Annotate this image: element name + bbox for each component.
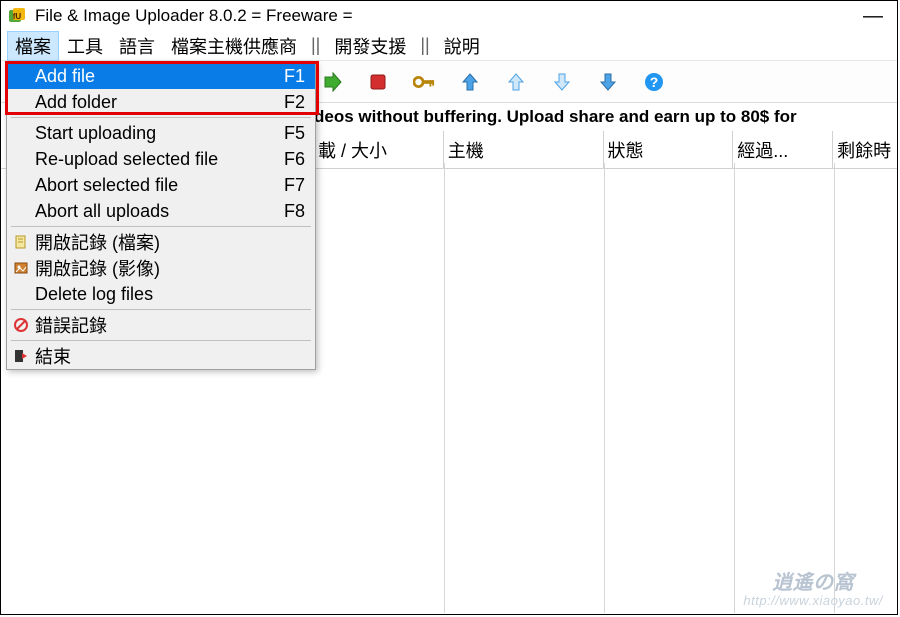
watermark-url: http://www.xiaoyao.tw/ bbox=[743, 594, 883, 608]
down-arrow-filled-icon[interactable] bbox=[597, 71, 619, 93]
up-arrow-icon[interactable] bbox=[459, 71, 481, 93]
blank-icon bbox=[11, 175, 31, 195]
svg-text:fU: fU bbox=[13, 12, 22, 21]
help-icon[interactable]: ? bbox=[643, 71, 665, 93]
promo-text: deos without buffering. Upload share and… bbox=[314, 107, 797, 127]
menu-item-abort-selected-file[interactable]: Abort selected fileF7 bbox=[7, 172, 315, 198]
menu-file[interactable]: 檔案 bbox=[7, 31, 59, 61]
blank-icon bbox=[11, 149, 31, 169]
menu-sep: || bbox=[305, 35, 326, 56]
menu-divider bbox=[11, 340, 311, 341]
col-divider bbox=[734, 163, 735, 613]
col-remaining[interactable]: 剩餘時 bbox=[833, 131, 897, 168]
menu-item-shortcut: F8 bbox=[284, 201, 305, 222]
menu-item-label: Add folder bbox=[35, 92, 284, 113]
menu-item-label: 錯誤記錄 bbox=[35, 312, 305, 338]
menu-item-shortcut: F6 bbox=[284, 149, 305, 170]
blank-icon bbox=[11, 284, 31, 304]
menu-item--[interactable]: 開啟記錄 (影像) bbox=[7, 255, 315, 281]
watermark: 逍遙の窩 http://www.xiaoyao.tw/ bbox=[743, 572, 883, 608]
menu-item--[interactable]: 結束 bbox=[7, 343, 315, 369]
menu-divider bbox=[11, 117, 311, 118]
menu-item-label: Abort all uploads bbox=[35, 201, 284, 222]
menu-item-shortcut: F1 bbox=[284, 66, 305, 87]
app-icon: fU bbox=[7, 6, 27, 26]
menu-item-shortcut: F5 bbox=[284, 123, 305, 144]
error-log-icon bbox=[11, 315, 31, 335]
menu-help[interactable]: 說明 bbox=[436, 31, 488, 61]
down-arrow-icon[interactable] bbox=[551, 71, 573, 93]
menu-language[interactable]: 語言 bbox=[111, 31, 163, 61]
menu-item-start-uploading[interactable]: Start uploadingF5 bbox=[7, 120, 315, 146]
menubar: 檔案 工具 語言 檔案主機供應商 || 開發支援 || 說明 bbox=[1, 31, 897, 61]
svg-text:?: ? bbox=[650, 74, 659, 90]
menu-item-label: Abort selected file bbox=[35, 175, 284, 196]
watermark-title: 逍遙の窩 bbox=[743, 572, 883, 594]
log-image-icon bbox=[11, 258, 31, 278]
menu-item-abort-all-uploads[interactable]: Abort all uploadsF8 bbox=[7, 198, 315, 224]
col-host[interactable]: 主機 bbox=[444, 131, 604, 168]
menu-item-shortcut: F2 bbox=[284, 92, 305, 113]
menu-support[interactable]: 開發支援 bbox=[326, 31, 414, 61]
app-window: fU File & Image Uploader 8.0.2 = Freewar… bbox=[0, 0, 898, 615]
blank-icon bbox=[11, 201, 31, 221]
menu-item-label: 開啟記錄 (檔案) bbox=[35, 229, 305, 255]
menu-divider bbox=[11, 309, 311, 310]
col-elapsed[interactable]: 經過... bbox=[733, 131, 833, 168]
menu-divider bbox=[11, 226, 311, 227]
blank-icon bbox=[11, 92, 31, 112]
blank-icon bbox=[11, 123, 31, 143]
col-divider bbox=[444, 163, 445, 613]
exit-icon bbox=[11, 346, 31, 366]
menu-item-label: Delete log files bbox=[35, 284, 305, 305]
table-body bbox=[314, 201, 896, 613]
arrow-right-icon[interactable] bbox=[321, 71, 343, 93]
menu-item--[interactable]: 錯誤記錄 bbox=[7, 312, 315, 338]
minimize-button[interactable]: — bbox=[863, 5, 891, 28]
menu-item-label: Add file bbox=[35, 66, 284, 87]
file-menu-dropdown: Add fileF1Add folderF2Start uploadingF5R… bbox=[6, 62, 316, 370]
menu-hosters[interactable]: 檔案主機供應商 bbox=[163, 31, 305, 61]
col-filename-size[interactable]: 載 / 大小 bbox=[314, 131, 444, 168]
col-status[interactable]: 狀態 bbox=[604, 131, 734, 168]
menu-item-re-upload-selected-file[interactable]: Re-upload selected fileF6 bbox=[7, 146, 315, 172]
col-divider bbox=[834, 163, 835, 613]
log-file-icon bbox=[11, 232, 31, 252]
stop-icon[interactable] bbox=[367, 71, 389, 93]
titlebar: fU File & Image Uploader 8.0.2 = Freewar… bbox=[1, 1, 897, 31]
menu-item-add-folder[interactable]: Add folderF2 bbox=[7, 89, 315, 115]
menu-tools[interactable]: 工具 bbox=[59, 31, 111, 61]
window-title: File & Image Uploader 8.0.2 = Freeware = bbox=[35, 6, 353, 26]
menu-item-add-file[interactable]: Add fileF1 bbox=[7, 63, 315, 89]
menu-item-label: 開啟記錄 (影像) bbox=[35, 255, 305, 281]
menu-item--[interactable]: 開啟記錄 (檔案) bbox=[7, 229, 315, 255]
key-icon[interactable] bbox=[413, 71, 435, 93]
menu-item-shortcut: F7 bbox=[284, 175, 305, 196]
menu-item-delete-log-files[interactable]: Delete log files bbox=[7, 281, 315, 307]
menu-item-label: Start uploading bbox=[35, 123, 284, 144]
col-divider bbox=[604, 163, 605, 613]
menu-item-label: Re-upload selected file bbox=[35, 149, 284, 170]
blank-icon bbox=[11, 66, 31, 86]
menu-sep: || bbox=[414, 35, 435, 56]
up-arrow-outline-icon[interactable] bbox=[505, 71, 527, 93]
menu-item-label: 結束 bbox=[35, 343, 305, 369]
